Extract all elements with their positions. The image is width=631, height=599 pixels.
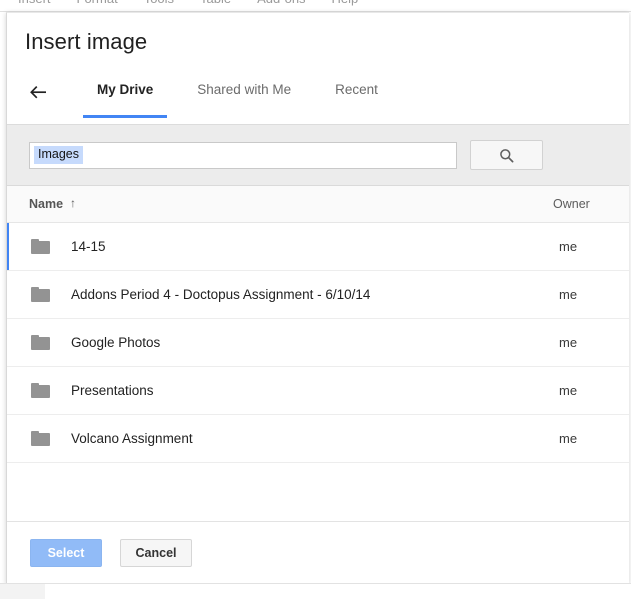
file-table-header: Name ↑ Owner xyxy=(7,186,629,223)
search-token-images[interactable]: Images xyxy=(34,145,83,165)
file-owner: me xyxy=(559,383,578,398)
folder-icon xyxy=(31,383,50,398)
menu-item-tools[interactable]: Tools xyxy=(144,0,174,6)
menu-item-insert[interactable]: Insert xyxy=(18,0,51,6)
file-list-empty-space xyxy=(7,463,629,513)
file-name: Addons Period 4 - Doctopus Assignment - … xyxy=(71,287,371,302)
search-button[interactable] xyxy=(470,140,543,170)
cancel-button[interactable]: Cancel xyxy=(120,539,192,567)
folder-icon xyxy=(31,431,50,446)
file-name: 14-15 xyxy=(71,239,106,254)
tab-shared-with-me[interactable]: Shared with Me xyxy=(175,76,313,118)
dialog-title: Insert image xyxy=(25,29,148,54)
file-name: Volcano Assignment xyxy=(71,431,193,446)
file-name: Google Photos xyxy=(71,335,161,350)
file-owner: me xyxy=(559,431,578,446)
column-header-name-label: Name xyxy=(29,197,64,211)
file-name: Presentations xyxy=(71,383,154,398)
dialog-tabstrip: My Drive Shared with Me Recent xyxy=(7,76,629,124)
insert-image-dialog: Insert image My Drive Shared with Me Rec… xyxy=(6,12,629,584)
back-arrow-icon[interactable] xyxy=(25,79,51,105)
file-owner: me xyxy=(559,239,578,254)
app-menubar-items: Insert Format Tools Table Add-ons Help xyxy=(18,0,358,6)
table-row[interactable]: 14-15 me xyxy=(7,223,629,271)
table-row[interactable]: Addons Period 4 - Doctopus Assignment - … xyxy=(7,271,629,319)
tab-recent[interactable]: Recent xyxy=(313,76,400,118)
column-header-owner[interactable]: Owner xyxy=(553,197,590,211)
arrow-up-icon: ↑ xyxy=(70,196,77,210)
menu-item-addons[interactable]: Add-ons xyxy=(257,0,305,6)
table-row[interactable]: Google Photos me xyxy=(7,319,629,367)
search-region: Images xyxy=(7,124,629,186)
tab-my-drive[interactable]: My Drive xyxy=(75,76,175,118)
search-icon xyxy=(499,148,514,163)
window-bottom-gutter xyxy=(0,583,631,599)
app-menubar: Insert Format Tools Table Add-ons Help xyxy=(0,0,631,12)
menu-item-help[interactable]: Help xyxy=(332,0,359,6)
table-row[interactable]: Presentations me xyxy=(7,367,629,415)
folder-icon xyxy=(31,239,50,254)
window-bottom-left-gutter xyxy=(0,584,45,599)
folder-icon xyxy=(31,335,50,350)
file-list: 14-15 me Addons Period 4 - Doctopus Assi… xyxy=(7,223,629,513)
menu-item-format[interactable]: Format xyxy=(77,0,118,6)
file-owner: me xyxy=(559,335,578,350)
menu-item-table[interactable]: Table xyxy=(200,0,231,6)
select-button[interactable]: Select xyxy=(30,539,102,567)
dialog-footer: Select Cancel xyxy=(7,521,629,584)
file-owner: me xyxy=(559,287,578,302)
folder-icon xyxy=(31,287,50,302)
search-input[interactable]: Images xyxy=(29,141,457,169)
column-header-name[interactable]: Name ↑ xyxy=(7,197,76,211)
table-row[interactable]: Volcano Assignment me xyxy=(7,415,629,463)
